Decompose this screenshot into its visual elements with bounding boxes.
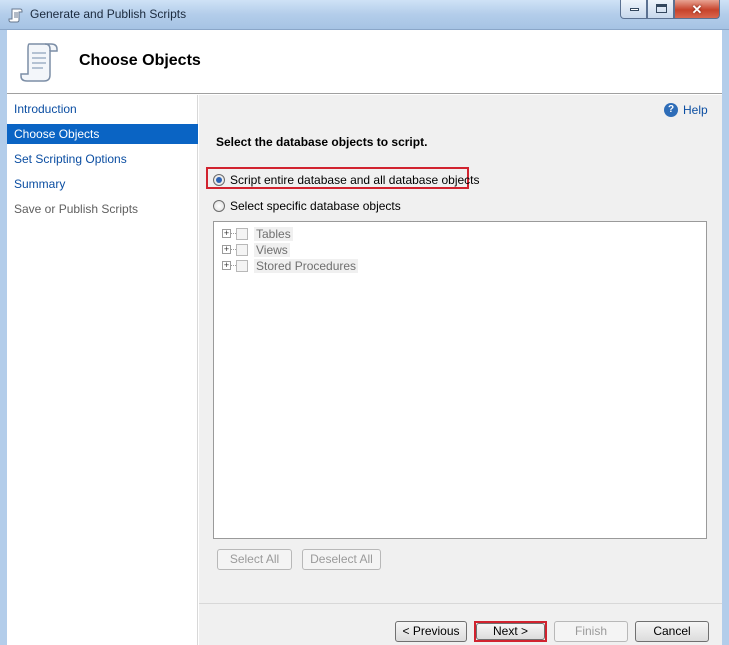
- deselect-all-button: Deselect All: [302, 549, 381, 570]
- previous-button[interactable]: < Previous: [395, 621, 467, 642]
- tree-item-tables: + Tables: [222, 225, 293, 241]
- tree-item-stored-procedures: + Stored Procedures: [222, 257, 359, 273]
- maximize-icon: [656, 4, 667, 13]
- minimize-icon: [630, 8, 639, 11]
- nav-item-summary[interactable]: Summary: [7, 174, 198, 194]
- minimize-button[interactable]: [620, 0, 647, 19]
- nav-item-set-scripting-options[interactable]: Set Scripting Options: [7, 149, 198, 169]
- help-link[interactable]: ? Help: [664, 102, 708, 117]
- expand-icon[interactable]: +: [222, 261, 231, 271]
- nav-item-introduction[interactable]: Introduction: [7, 99, 198, 119]
- nav-item-save-or-publish: Save or Publish Scripts: [14, 202, 139, 216]
- divider: [199, 603, 722, 604]
- finish-button: Finish: [554, 621, 628, 642]
- wizard-nav: Introduction Choose Objects Set Scriptin…: [7, 95, 198, 645]
- maximize-button[interactable]: [647, 0, 674, 19]
- expand-icon[interactable]: +: [222, 245, 231, 255]
- radio-script-entire-database[interactable]: Script entire database and all database …: [213, 171, 480, 187]
- tree-checkbox: [236, 259, 248, 272]
- tree-item-label: Tables: [254, 226, 293, 241]
- section-title: Select the database objects to script.: [216, 135, 428, 149]
- close-button[interactable]: ✕: [674, 0, 720, 19]
- window-frame-left: [0, 30, 7, 645]
- scroll-icon: [20, 43, 58, 82]
- title-bar[interactable]: Generate and Publish Scripts ✕: [0, 0, 729, 30]
- wizard-header: Choose Objects: [7, 30, 722, 94]
- radio-label-entire: Script entire database and all database …: [230, 172, 480, 187]
- next-highlight-box: [474, 621, 547, 642]
- tree-checkbox: [236, 243, 248, 256]
- radio-select-specific-objects[interactable]: Select specific database objects: [213, 197, 401, 213]
- scroll-icon: [8, 8, 23, 23]
- main-panel: ? Help Select the database objects to scr…: [199, 95, 722, 645]
- window-frame-right: [722, 30, 729, 645]
- tree-item-label: Views: [254, 242, 290, 257]
- tree-checkbox: [236, 227, 248, 240]
- cancel-button[interactable]: Cancel: [635, 621, 709, 642]
- tree-item-views: + Views: [222, 241, 290, 257]
- radio-label-specific: Select specific database objects: [230, 198, 401, 213]
- nav-item-choose-objects[interactable]: Choose Objects: [7, 124, 198, 144]
- tree-item-label: Stored Procedures: [254, 258, 359, 273]
- close-icon: ✕: [691, 2, 703, 17]
- window-title: Generate and Publish Scripts: [30, 7, 187, 21]
- page-title: Choose Objects: [79, 52, 201, 69]
- radio-button-unchecked[interactable]: [213, 199, 225, 212]
- object-tree[interactable]: + Tables + Views + Stored Procedures: [213, 221, 707, 539]
- radio-button-checked[interactable]: [213, 173, 225, 186]
- help-icon: ?: [664, 102, 678, 117]
- select-all-button: Select All: [217, 549, 292, 570]
- expand-icon[interactable]: +: [222, 229, 231, 239]
- help-label: Help: [683, 102, 708, 117]
